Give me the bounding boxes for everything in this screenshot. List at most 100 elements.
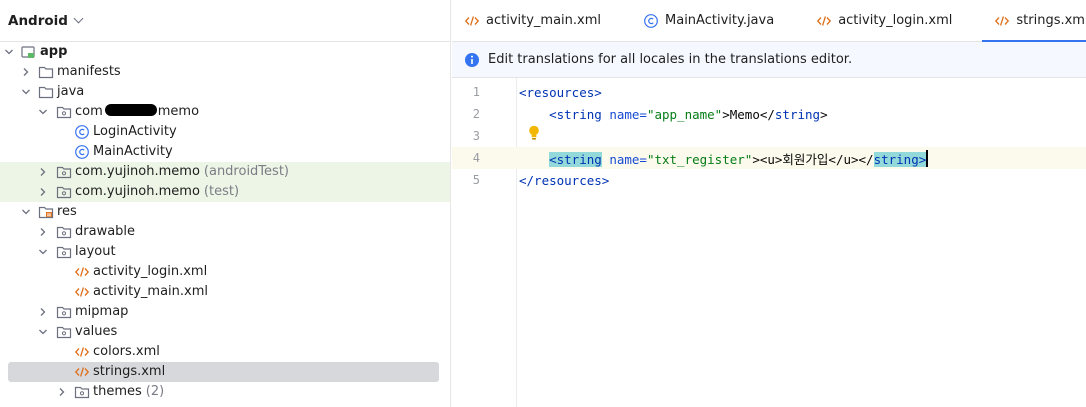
tree-item-label: MainActivity [93,144,173,159]
tree-item-label: colors.xml [93,344,160,359]
tree-item-suffix: (test) [203,184,240,199]
tab-activity-main-xml[interactable]: activity_main.xml [452,0,613,41]
package-icon [56,304,72,320]
package-icon [56,164,72,180]
tree-item-values[interactable]: values [0,322,450,342]
xml-icon [74,344,90,360]
code-text: <string name="app_name">Memo</string> [549,106,828,122]
code-line[interactable]: 5 </resources> [452,169,1086,191]
tree-item-mipmap[interactable]: mipmap [0,302,450,322]
matched-tag-open: <string [549,151,602,167]
project-panel: Android app manifests java com memo Logi… [0,0,451,407]
tree-item-res[interactable]: res [0,202,450,222]
code-line[interactable]: 1 <resources> [452,81,1086,103]
tree-item-activity-login-xml[interactable]: activity_login.xml [0,262,450,282]
chevron-down-icon [73,13,84,24]
project-view-title: Android [8,12,68,29]
chevron-down-icon[interactable] [3,42,15,62]
tab-mainactivity-java[interactable]: MainActivity.java [613,0,786,41]
code-line-current[interactable]: 4 <string name="txt_register"><u>회원가입</u… [452,147,1086,169]
xml-icon [994,13,1010,29]
chevron-right-icon[interactable] [37,302,49,322]
xml-icon [74,364,90,380]
tree-item-package-test[interactable]: com.yujinoh.memo (test) [0,182,450,202]
chevron-down-icon[interactable] [37,242,49,262]
code-line[interactable]: 3 [452,125,1086,147]
chevron-down-icon[interactable] [20,202,32,222]
tree-item-label: com memo [75,104,200,119]
tab-strings-xml[interactable]: strings.xml [982,0,1086,42]
tree-item-label: res [57,204,77,219]
tree-item-label: app [40,44,68,59]
tree-item-label: java [57,84,85,99]
tab-label: strings.xml [1016,13,1086,28]
tree-item-label: mipmap [75,304,129,319]
class-icon [643,13,659,29]
tree-item-package-main[interactable]: com memo [0,102,450,122]
folder-icon [38,84,54,100]
folder-icon [38,64,54,80]
tab-label: activity_main.xml [486,13,602,28]
class-icon [74,144,90,160]
chevron-down-icon[interactable] [37,102,49,122]
tree-item-label: drawable [75,224,136,239]
tree-item-label: strings.xml [93,364,166,379]
line-number: 3 [472,129,480,143]
tree-item-themes[interactable]: themes (2) [0,382,450,402]
xml-icon [816,13,832,29]
line-number: 4 [472,151,480,165]
info-icon [464,52,480,68]
xml-icon [74,284,90,300]
tree-item-colors-xml[interactable]: colors.xml [0,342,450,362]
tree-item-java[interactable]: java [0,82,450,102]
tree-item-app[interactable]: app [0,42,450,62]
project-view-selector[interactable]: Android [0,0,450,42]
chevron-down-icon[interactable] [20,82,32,102]
chevron-right-icon[interactable] [37,162,49,182]
package-icon [74,384,90,400]
xml-icon [464,13,480,29]
tree-item-package-androidtest[interactable]: com.yujinoh.memo (androidTest) [0,162,450,182]
module-icon [20,44,36,60]
lightbulb-icon[interactable] [527,124,541,142]
tree-item-suffix: (2) [145,384,165,399]
tab-label: MainActivity.java [665,13,775,28]
tab-activity-login-xml[interactable]: activity_login.xml [786,0,964,41]
package-icon [56,324,72,340]
res-folder-icon [38,204,54,220]
editor-area: activity_main.xml MainActivity.java acti… [452,0,1086,407]
tree-item-mainactivity[interactable]: MainActivity [0,142,450,162]
line-number: 2 [472,107,480,121]
tree-item-label: LoginActivity [93,124,177,139]
line-number: 1 [472,85,480,99]
package-icon [56,244,72,260]
text-caret [926,149,929,167]
tree-item-label: activity_login.xml [93,264,208,279]
chevron-right-icon[interactable] [37,182,49,202]
xml-icon [74,264,90,280]
code-text: </resources> [519,172,610,188]
package-icon [56,224,72,240]
translations-banner[interactable]: Edit translations for all locales in the… [452,42,1086,78]
tree-item-drawable[interactable]: drawable [0,222,450,242]
tree-item-strings-xml[interactable]: strings.xml [0,362,450,382]
tree-item-activity-main-xml[interactable]: activity_main.xml [0,282,450,302]
chevron-down-icon[interactable] [37,322,49,342]
chevron-right-icon[interactable] [37,222,49,242]
editor-tabs: activity_main.xml MainActivity.java acti… [452,0,1086,42]
tree-item-label: layout [75,244,116,259]
line-number: 5 [472,173,480,187]
tree-item-loginactivity[interactable]: LoginActivity [0,122,450,142]
banner-text: Edit translations for all locales in the… [488,52,853,67]
tree-item-layout[interactable]: layout [0,242,450,262]
matched-tag-close: string> [873,151,927,167]
chevron-right-icon[interactable] [20,62,32,82]
package-icon [56,184,72,200]
code-line[interactable]: 2 <string name="app_name">Memo</string> [452,103,1086,125]
package-icon [56,104,72,120]
chevron-right-icon[interactable] [56,382,68,402]
tree-item-manifests[interactable]: manifests [0,62,450,82]
tree-item-suffix: (androidTest) [203,164,289,179]
tab-label: activity_login.xml [838,13,953,28]
code-editor[interactable]: 1 <resources> 2 <string name="app_name">… [452,78,1086,407]
